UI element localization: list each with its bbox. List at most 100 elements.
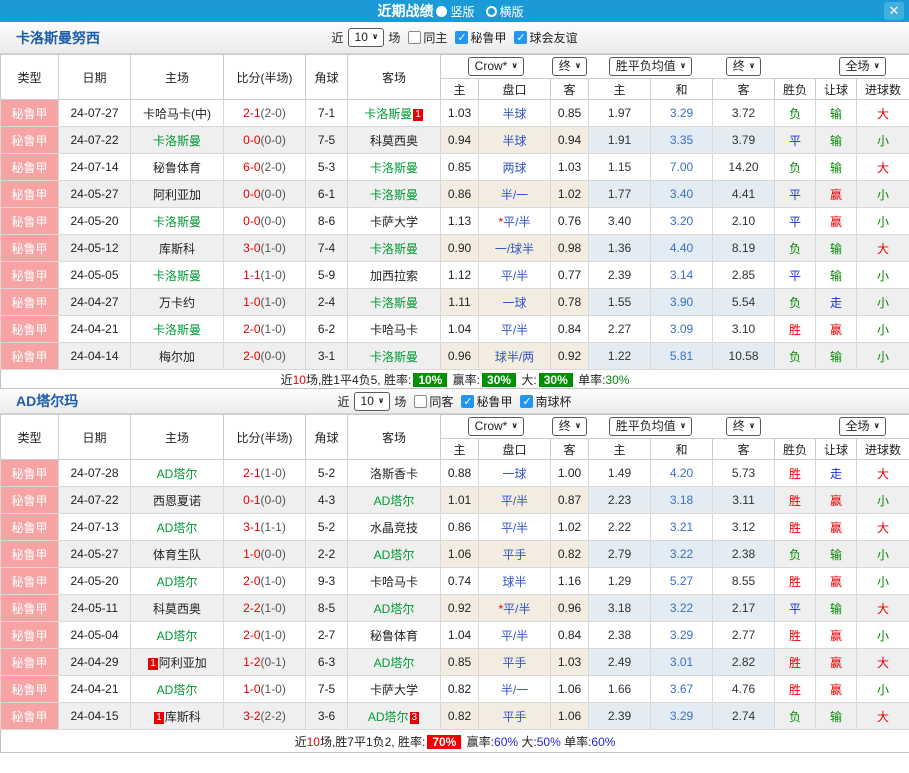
summary-part: 60% bbox=[591, 735, 615, 749]
result-goals-cell: 大 bbox=[857, 100, 909, 127]
filter-checkbox[interactable]: ✓球会友谊 bbox=[514, 29, 577, 46]
league-cell: 秘鲁甲 bbox=[1, 649, 59, 676]
filter-checkbox-label: 秘鲁甲 bbox=[476, 393, 512, 410]
full-match-select-value: 全场 bbox=[846, 59, 870, 73]
match-row: 秘鲁甲24-07-22西恩夏诺0-1(0-0)4-3AD塔尔1.01平/半0.8… bbox=[1, 487, 909, 514]
filter-bar: 近10∨场同客✓秘鲁甲✓南球杯 bbox=[338, 392, 572, 411]
summary-text: 近10场,胜1平4负5, 胜率:10% 赢率:30% 大:30% 单率:30% bbox=[1, 370, 909, 389]
odds-away-cell: 0.85 bbox=[551, 100, 589, 127]
filter-checkbox[interactable]: 同主 bbox=[408, 29, 447, 46]
halftime-score: (2-0) bbox=[261, 160, 286, 174]
radio-vertical-label[interactable]: 竖版 bbox=[450, 3, 474, 20]
checkbox-checked-icon[interactable]: ✓ bbox=[461, 395, 474, 408]
odds-home-cell: 1.01 bbox=[441, 487, 479, 514]
avg-away-cell: 5.73 bbox=[713, 460, 775, 487]
crow-select-cell: Crow*∨ bbox=[441, 415, 551, 439]
match-row: 秘鲁甲24-04-21AD塔尔1-0(1-0)7-5卡萨大学0.82半/一1.0… bbox=[1, 676, 909, 703]
checkbox-checked-icon[interactable]: ✓ bbox=[514, 31, 527, 44]
handicap-line-value: 球半/两 bbox=[495, 350, 534, 364]
result-handicap-cell: 赢 bbox=[816, 568, 857, 595]
summary-part: 大: bbox=[518, 735, 537, 749]
date-cell: 24-05-12 bbox=[59, 235, 131, 262]
odds-away-cell: 1.00 bbox=[551, 460, 589, 487]
summary-part: 场,胜7平1负2, 胜率: bbox=[320, 735, 425, 749]
chevron-down-icon: ∨ bbox=[749, 59, 756, 73]
near-count-select[interactable]: 10∨ bbox=[354, 392, 391, 411]
result-wdl-cell: 胜 bbox=[775, 316, 816, 343]
date-cell: 24-07-14 bbox=[59, 154, 131, 181]
subcol-odds-home: 主 bbox=[441, 79, 479, 100]
handicap-line-cell: 平/半 bbox=[479, 622, 551, 649]
radio-horizontal-label[interactable]: 横版 bbox=[500, 3, 524, 20]
league-cell: 秘鲁甲 bbox=[1, 208, 59, 235]
filter-checkbox[interactable]: 同客 bbox=[414, 393, 453, 410]
checkbox-icon[interactable] bbox=[414, 395, 427, 408]
avg-away-cell: 3.11 bbox=[713, 487, 775, 514]
halftime-score: (1-0) bbox=[261, 322, 286, 336]
odds-away-cell: 1.16 bbox=[551, 568, 589, 595]
home-team-cell: AD塔尔 bbox=[131, 460, 224, 487]
wdl-avg-select[interactable]: 胜平负均值∨ bbox=[609, 417, 693, 436]
date-cell: 24-05-04 bbox=[59, 622, 131, 649]
full-match-select[interactable]: 全场∨ bbox=[839, 417, 887, 436]
away-team-name: 卡洛斯曼 bbox=[370, 242, 418, 256]
corner-cell: 9-3 bbox=[306, 568, 348, 595]
final-odds-select-2[interactable]: 终∨ bbox=[726, 417, 762, 436]
subcol-win-draw-loss: 胜负 bbox=[775, 79, 816, 100]
result-goals-cell: 大 bbox=[857, 154, 909, 181]
away-team-cell: 卡洛斯曼1 bbox=[348, 100, 441, 127]
filter-checkbox[interactable]: ✓秘鲁甲 bbox=[455, 29, 506, 46]
fulltime-score: 3-1 bbox=[243, 520, 260, 534]
score-cell: 3-1(1-1) bbox=[224, 514, 306, 541]
subcol-avg-away: 客 bbox=[713, 439, 775, 460]
final-odds-select[interactable]: 终∨ bbox=[552, 57, 588, 76]
result-handicap-cell: 输 bbox=[816, 262, 857, 289]
column-header: 比分(半场) bbox=[224, 415, 306, 460]
wdl-avg-select-cell: 胜平负均值∨ bbox=[589, 55, 713, 79]
avg-draw-cell: 3.35 bbox=[651, 127, 713, 154]
result-handicap-cell: 赢 bbox=[816, 649, 857, 676]
crow-select[interactable]: Crow*∨ bbox=[468, 57, 524, 76]
near-count-select[interactable]: 10∨ bbox=[348, 28, 385, 47]
result-handicap-cell: 输 bbox=[816, 595, 857, 622]
avg-away-cell: 3.79 bbox=[713, 127, 775, 154]
odds-away-cell: 0.92 bbox=[551, 343, 589, 370]
avg-home-cell: 2.49 bbox=[589, 649, 651, 676]
odds-home-cell: 0.94 bbox=[441, 127, 479, 154]
subcol-win-draw-loss: 胜负 bbox=[775, 439, 816, 460]
score-cell: 2-0(1-0) bbox=[224, 622, 306, 649]
summary-part: 单率: bbox=[561, 735, 592, 749]
result-goals-cell: 小 bbox=[857, 676, 909, 703]
full-match-select[interactable]: 全场 ∨ bbox=[839, 57, 887, 76]
odds-away-cell: 0.76 bbox=[551, 208, 589, 235]
date-cell: 24-05-11 bbox=[59, 595, 131, 622]
filter-checkbox[interactable]: ✓秘鲁甲 bbox=[461, 393, 512, 410]
league-cell: 秘鲁甲 bbox=[1, 487, 59, 514]
corner-cell: 7-1 bbox=[306, 100, 348, 127]
final-odds-select[interactable]: 终∨ bbox=[552, 417, 588, 436]
away-team-cell: 水晶竞技 bbox=[348, 514, 441, 541]
checkbox-icon[interactable] bbox=[408, 31, 421, 44]
corner-cell: 3-6 bbox=[306, 703, 348, 730]
home-team-cell: 卡洛斯曼 bbox=[131, 316, 224, 343]
wdl-avg-select[interactable]: 胜平负均值∨ bbox=[609, 57, 693, 76]
league-cell: 秘鲁甲 bbox=[1, 127, 59, 154]
match-row: 秘鲁甲24-04-14梅尔加2-0(0-0)3-1卡洛斯曼0.96球半/两0.9… bbox=[1, 343, 909, 370]
avg-home-cell: 1.97 bbox=[589, 100, 651, 127]
home-team-cell: 科莫西奥 bbox=[131, 595, 224, 622]
chevron-down-icon: ∨ bbox=[874, 59, 881, 73]
avg-home-cell: 1.22 bbox=[589, 343, 651, 370]
radio-horizontal-icon[interactable] bbox=[486, 6, 497, 17]
header-spacer bbox=[775, 415, 816, 439]
radio-vertical-icon[interactable] bbox=[436, 6, 447, 17]
final-odds-select-2[interactable]: 终∨ bbox=[726, 57, 762, 76]
crow-select[interactable]: Crow*∨ bbox=[468, 417, 524, 436]
checkbox-checked-icon[interactable]: ✓ bbox=[455, 31, 468, 44]
handicap-line-value: 平/半 bbox=[501, 323, 528, 337]
checkbox-checked-icon[interactable]: ✓ bbox=[520, 395, 533, 408]
result-goals-cell: 大 bbox=[857, 595, 909, 622]
close-icon[interactable]: ✕ bbox=[884, 2, 904, 20]
handicap-line-value: 一球 bbox=[503, 467, 527, 481]
filter-checkbox[interactable]: ✓南球杯 bbox=[520, 393, 571, 410]
subcol-avg-draw: 和 bbox=[651, 439, 713, 460]
